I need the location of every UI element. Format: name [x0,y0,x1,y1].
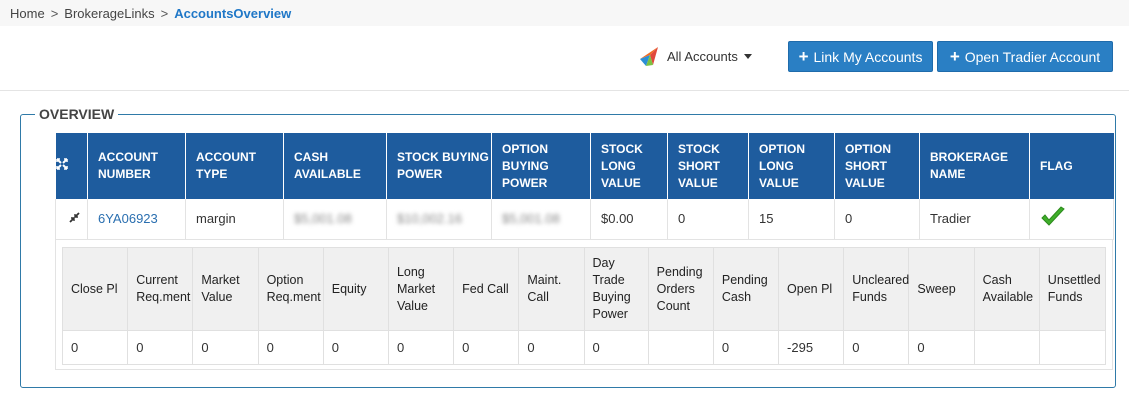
green-checkmark-icon [1041,206,1065,226]
cell-option-short-value: 0 [834,199,920,240]
cell-uncleared-funds: 0 [843,330,910,365]
toolbar: All Accounts + Link My Accounts + Open T… [0,26,1129,91]
cell-current-req: 0 [127,330,194,365]
cell-cash-available: $5,001.08 [283,199,387,240]
cell-option-req: 0 [257,330,324,365]
header-uncleared-funds: Uncleared Funds [843,247,910,331]
cell-unsettled-funds [1038,330,1107,365]
breadcrumb-home[interactable]: Home [10,6,45,21]
cell-long-market-value: 0 [387,330,455,365]
cell-pending-cash: 0 [712,330,780,365]
expand-all-icon[interactable] [55,133,88,199]
link-my-accounts-label: Link My Accounts [813,48,923,65]
breadcrumb-current: AccountsOverview [174,5,292,21]
detail-header-row: Close Pl Current Req.ment Market Value Opt… [61,247,1107,331]
account-select-dropdown[interactable]: All Accounts [638,44,752,68]
cell-account-number: 6YA06923 [87,199,186,240]
tradier-logo-icon [640,47,658,66]
cell-fed-call: 0 [453,330,520,365]
header-option-buying-power[interactable]: OPTION BUYING POWER [491,133,591,199]
account-detail-table: Close Pl Current Req.ment Market Value Opt… [61,247,1107,365]
cell-market-value: 0 [192,330,259,365]
table-row: 6YA06923 margin $5,001.08 $10,002.16 $5,… [55,199,1114,240]
header-account-type[interactable]: ACCOUNT TYPE [185,133,284,199]
breadcrumb: Home > BrokerageLinks > AccountsOverview [0,0,1129,26]
header-long-market-value: Long Market Value [387,247,455,331]
header-current-req: Current Req.ment [127,247,194,331]
overview-legend: OVERVIEW [39,106,115,122]
cell-close-pl: 0 [61,330,129,365]
cell-account-type: margin [185,199,284,240]
open-tradier-account-button[interactable]: + Open Tradier Account [937,41,1113,72]
cell-stock-buying-power: $10,002.16 [386,199,492,240]
header-fed-call: Fed Call [453,247,520,331]
header-stock-buying-power[interactable]: STOCK BUYING POWER [386,133,492,199]
header-day-trade-buying-power: Day Trade Buying Power [583,247,649,331]
header-stock-long-value[interactable]: STOCK LONG VALUE [590,133,668,199]
cell-stock-long-value: $0.00 [590,199,668,240]
header-cash-available[interactable]: CASH AVAILABLE [283,133,387,199]
cell-day-trade-buying-power: 0 [583,330,649,365]
header-stock-short-value[interactable]: STOCK SHORT VALUE [667,133,749,199]
header-open-pl: Open Pl [778,247,845,331]
link-my-accounts-button[interactable]: + Link My Accounts [788,41,933,72]
breadcrumb-separator: > [50,5,59,21]
collapse-row-icon[interactable] [55,199,88,240]
plus-icon: + [798,47,809,66]
header-pending-cash: Pending Cash [712,247,780,331]
header-close-pl: Close Pl [61,247,129,331]
header-market-value: Market Value [192,247,259,331]
header-account-number[interactable]: ACCOUNT NUMBER [87,133,186,199]
header-cash-available: Cash Available [973,247,1040,331]
plus-icon: + [949,47,960,66]
header-equity: Equity [322,247,389,331]
cell-equity: 0 [322,330,389,365]
header-brokerage-name[interactable]: BROKERAGE NAME [919,133,1030,199]
cell-option-long-value: 15 [748,199,835,240]
cell-option-buying-power: $5,001.08 [491,199,591,240]
header-maint-call: Maint. Call [518,247,585,331]
cell-open-pl: -295 [778,330,845,365]
expand-icon [55,157,68,170]
accounts-header-row: ACCOUNT NUMBER ACCOUNT TYPE CASH AVAILABLE … [55,133,1114,199]
cell-stock-short-value: 0 [667,199,749,240]
table-row: 0 0 0 0 0 0 0 0 0 0 -295 0 0 [61,330,1107,365]
account-number-link[interactable]: 6YA06923 [98,211,158,226]
header-flag[interactable]: FLAG [1029,133,1114,199]
collapse-icon [69,212,80,223]
header-pending-orders-count: Pending Orders Count [647,247,714,331]
caret-down-icon [743,53,752,59]
accounts-table: ACCOUNT NUMBER ACCOUNT TYPE CASH AVAILABLE … [55,133,1114,240]
cell-maint-call: 0 [518,330,585,365]
open-tradier-account-label: Open Tradier Account [964,48,1101,65]
header-option-long-value[interactable]: OPTION LONG VALUE [748,133,835,199]
cell-pending-orders-count [647,330,714,365]
header-option-req: Option Req.ment [257,247,324,331]
breadcrumb-separator: > [160,5,169,21]
cell-flag [1029,199,1114,240]
header-option-short-value[interactable]: OPTION SHORT VALUE [834,133,920,199]
cell-brokerage-name: Tradier [919,199,1030,240]
cell-sweep: 0 [908,330,975,365]
breadcrumb-brokeragelinks[interactable]: BrokerageLinks [64,6,154,21]
account-select-label: All Accounts [667,48,738,64]
cell-cash-available [973,330,1040,365]
header-unsettled-funds: Unsettled Funds [1038,247,1107,331]
header-sweep: Sweep [908,247,975,331]
